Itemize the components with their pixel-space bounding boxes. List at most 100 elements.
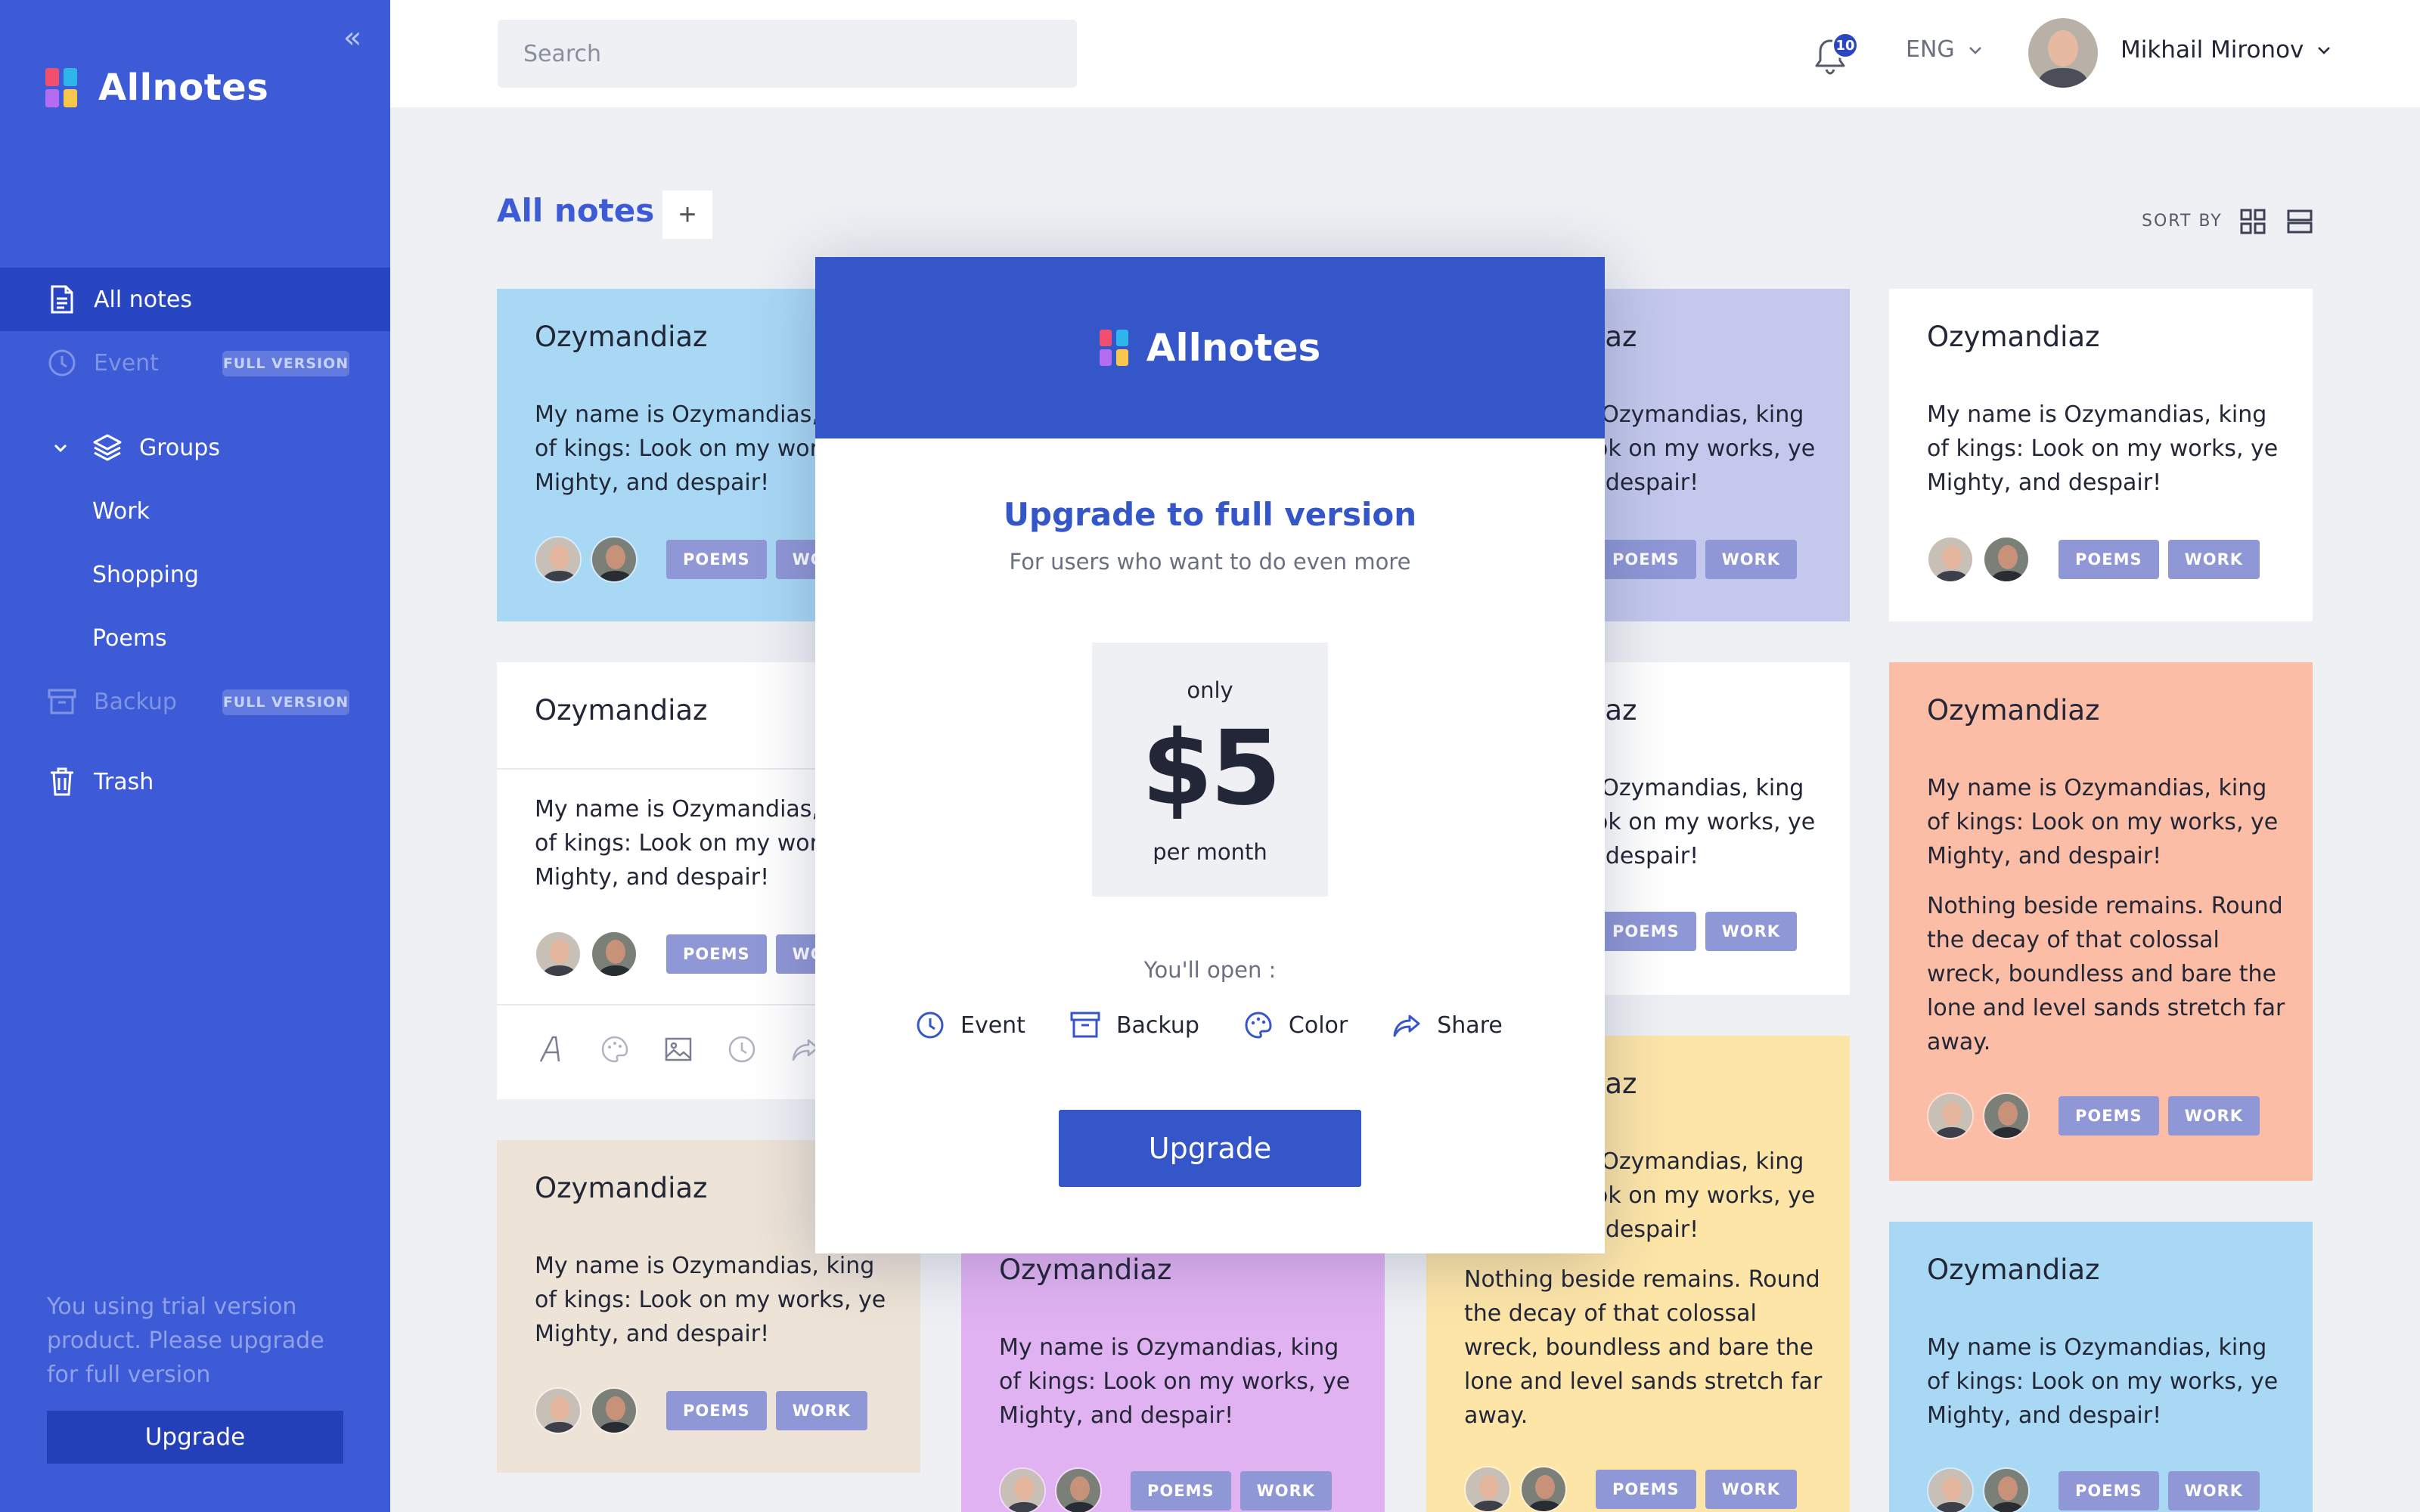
- tag-work[interactable]: WORK: [2167, 540, 2260, 579]
- avatar: [1927, 1092, 1974, 1139]
- font-icon[interactable]: [535, 1033, 568, 1066]
- sidebar-item-label: Event: [94, 349, 159, 376]
- tag-poems[interactable]: POEMS: [1596, 1470, 1696, 1509]
- sidebar-item-label: Backup: [94, 688, 177, 715]
- brand[interactable]: Allnotes: [45, 67, 268, 109]
- tag-work[interactable]: WORK: [1705, 1470, 1798, 1509]
- avatar: [591, 536, 638, 583]
- sidebar-upgrade-button[interactable]: Upgrade: [47, 1411, 343, 1464]
- clock-icon: [917, 1012, 944, 1039]
- tag-work[interactable]: WORK: [2167, 1096, 2260, 1136]
- note-title: Ozymandiaz: [535, 694, 708, 727]
- tag-poems[interactable]: POEMS: [666, 934, 767, 974]
- sidebar-item-backup[interactable]: Backup FULL VERSION: [0, 670, 390, 733]
- user-menu[interactable]: Mikhail Mironov: [2121, 36, 2332, 64]
- note-card[interactable]: Ozymandiaz My name is Ozymandias, king o…: [961, 1222, 1385, 1512]
- note-text: My name is Ozymandias, king of kings: Lo…: [535, 1253, 886, 1347]
- avatar: [999, 1467, 1046, 1512]
- tag-work[interactable]: WORK: [1705, 912, 1798, 951]
- clock-icon: [47, 348, 77, 378]
- note-title: Ozymandiaz: [1927, 1253, 2100, 1286]
- avatar: [535, 931, 582, 978]
- archive-icon: [47, 686, 77, 717]
- avatar: [1983, 1467, 2030, 1512]
- sidebar-group-poems[interactable]: Poems: [0, 606, 390, 670]
- layers-icon: [92, 432, 123, 463]
- avatar: [1983, 536, 2030, 583]
- tag-work[interactable]: WORK: [1705, 540, 1798, 579]
- language-select[interactable]: ENG: [1906, 36, 1984, 63]
- grid-view-icon[interactable]: [2240, 209, 2266, 234]
- sidebar-item-label: Trash: [94, 768, 154, 795]
- share-icon: [1393, 1015, 1420, 1037]
- modal-header: Allnotes: [815, 257, 1605, 438]
- feature-label: Event: [960, 1012, 1025, 1039]
- tag-poems[interactable]: POEMS: [2059, 1096, 2159, 1136]
- note-card[interactable]: Ozymandiaz My name is Ozymandias, king o…: [1889, 1222, 2313, 1512]
- tag-poems[interactable]: POEMS: [1596, 912, 1696, 951]
- modal-upgrade-button[interactable]: Upgrade: [1059, 1110, 1361, 1187]
- brand-name: Allnotes: [98, 67, 269, 109]
- note-card[interactable]: Ozymandiaz My name is Ozymandias, king o…: [1889, 289, 2313, 621]
- clock-icon[interactable]: [725, 1033, 759, 1066]
- avatar: [591, 931, 638, 978]
- sidebar-item-label: All notes: [94, 286, 192, 313]
- note-text: My name is Ozymandias, king of kings: Lo…: [1927, 401, 2279, 496]
- archive-icon: [1070, 1012, 1100, 1038]
- tag-work[interactable]: WORK: [2167, 1471, 2260, 1510]
- double-chevron-left-icon[interactable]: «: [337, 23, 368, 53]
- modal-title: Upgrade to full version: [1003, 496, 1417, 533]
- chevron-down-icon: [1969, 46, 1981, 54]
- sidebar-item-trash[interactable]: Trash: [0, 750, 390, 813]
- feature-color: Color: [1243, 1010, 1348, 1040]
- note-title: Ozymandiaz: [1927, 321, 2100, 353]
- sidebar-group-work[interactable]: Work: [0, 479, 390, 543]
- tag-poems[interactable]: POEMS: [2059, 1471, 2159, 1510]
- tag-poems[interactable]: POEMS: [1131, 1471, 1231, 1510]
- add-note-button[interactable]: +: [662, 191, 712, 239]
- note-extra-text: Nothing beside remains. Round the decay …: [1927, 893, 2285, 1055]
- language-value: ENG: [1906, 36, 1955, 63]
- feature-label: Backup: [1115, 1012, 1199, 1039]
- feature-backup: Backup: [1069, 1011, 1199, 1040]
- tag-poems[interactable]: POEMS: [2059, 540, 2159, 579]
- image-icon[interactable]: [662, 1033, 695, 1066]
- sidebar-item-all-notes[interactable]: All notes: [0, 268, 390, 331]
- full-version-badge: FULL VERSION: [222, 351, 349, 376]
- sidebar-item-event[interactable]: Event FULL VERSION: [0, 331, 390, 395]
- note-title: Ozymandiaz: [535, 1172, 708, 1204]
- sort-label: SORT BY: [2142, 212, 2223, 231]
- search-input[interactable]: [498, 20, 1077, 88]
- note-meta: POEMS WORK: [535, 1387, 868, 1435]
- tag-poems[interactable]: POEMS: [666, 1391, 767, 1430]
- tag-poems[interactable]: POEMS: [666, 540, 767, 579]
- sidebar-item-groups[interactable]: Groups: [0, 416, 390, 479]
- user-name: Mikhail Mironov: [2121, 36, 2304, 64]
- avatar: [1520, 1466, 1567, 1512]
- note-title: Ozymandiaz: [1927, 694, 2100, 727]
- note-meta: POEMS WORK: [1927, 1467, 2260, 1512]
- modal-subtitle: For users who want to do even more: [1009, 549, 1411, 575]
- avatar: [535, 1387, 582, 1434]
- sidebar: « Allnotes All notes Event FULL VERSION: [0, 0, 390, 1512]
- price-suffix: per month: [1153, 839, 1267, 865]
- upgrade-modal: Allnotes Upgrade to full version For use…: [815, 257, 1605, 1253]
- feature-label: Share: [1437, 1012, 1503, 1039]
- avatar: [1927, 1467, 1974, 1512]
- price-prefix: only: [1187, 677, 1233, 703]
- note-toolbar: [535, 1033, 852, 1066]
- sidebar-item-label: Groups: [139, 434, 220, 461]
- document-icon: [47, 284, 77, 314]
- note-meta: POEMS WORK: [1927, 1092, 2260, 1140]
- tag-work[interactable]: WORK: [1239, 1471, 1333, 1510]
- chevron-down-icon[interactable]: [51, 438, 70, 457]
- tag-work[interactable]: WORK: [775, 1391, 868, 1430]
- list-view-icon[interactable]: [2287, 209, 2313, 234]
- sidebar-group-shopping[interactable]: Shopping: [0, 543, 390, 606]
- note-card[interactable]: Ozymandiaz My name is Ozymandias, king o…: [1889, 662, 2313, 1181]
- palette-icon[interactable]: [598, 1033, 631, 1066]
- note-text: My name is Ozymandias, king of kings: Lo…: [1927, 1334, 2279, 1429]
- user-avatar[interactable]: [2028, 18, 2098, 88]
- tag-poems[interactable]: POEMS: [1596, 540, 1696, 579]
- note-title: Ozymandiaz: [535, 321, 708, 353]
